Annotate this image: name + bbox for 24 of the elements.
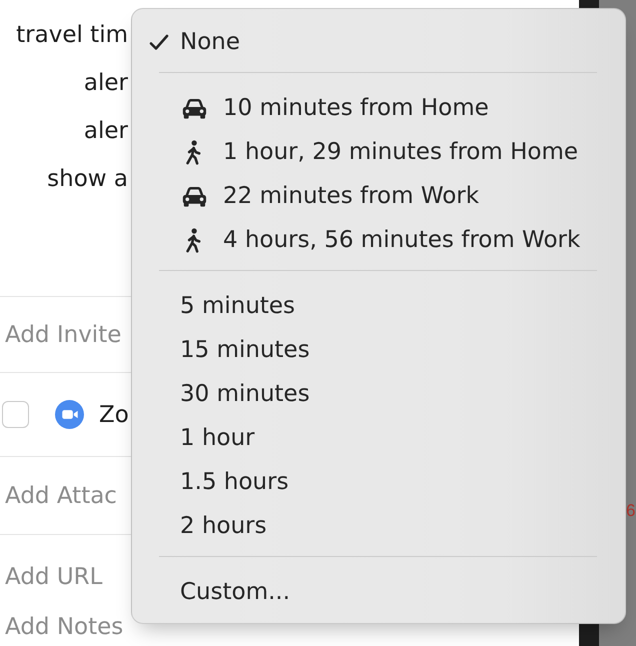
- menu-item[interactable]: 1 hour: [132, 416, 625, 460]
- menu-item[interactable]: 22 minutes from Work: [132, 174, 625, 218]
- walking-person-icon: [184, 228, 201, 252]
- menu-item[interactable]: 10 minutes from Home: [132, 86, 625, 130]
- menu-item[interactable]: 5 minutes: [132, 284, 625, 328]
- checkbox[interactable]: [2, 401, 29, 428]
- menu-item[interactable]: 4 hours, 56 minutes from Work: [132, 218, 625, 262]
- field-label: show a: [47, 165, 128, 193]
- car-icon: [180, 98, 209, 118]
- car-icon: [180, 186, 209, 206]
- menu-item[interactable]: None: [132, 20, 625, 64]
- date-number: 6: [626, 500, 636, 522]
- field-label: aler: [84, 69, 128, 97]
- menu-item[interactable]: 15 minutes: [132, 328, 625, 372]
- menu-item[interactable]: 2 hours: [132, 504, 625, 548]
- menu-item[interactable]: 1 hour, 29 minutes from Home: [132, 130, 625, 174]
- video-camera-icon: [55, 400, 84, 429]
- field-label: travel tim: [16, 21, 128, 49]
- menu-item[interactable]: Custom...: [132, 570, 625, 614]
- walking-person-icon: [184, 140, 201, 164]
- menu-item[interactable]: 1.5 hours: [132, 460, 625, 504]
- menu-item[interactable]: 30 minutes: [132, 372, 625, 416]
- field-label: aler: [84, 117, 128, 145]
- conference-name: Zo: [99, 400, 129, 428]
